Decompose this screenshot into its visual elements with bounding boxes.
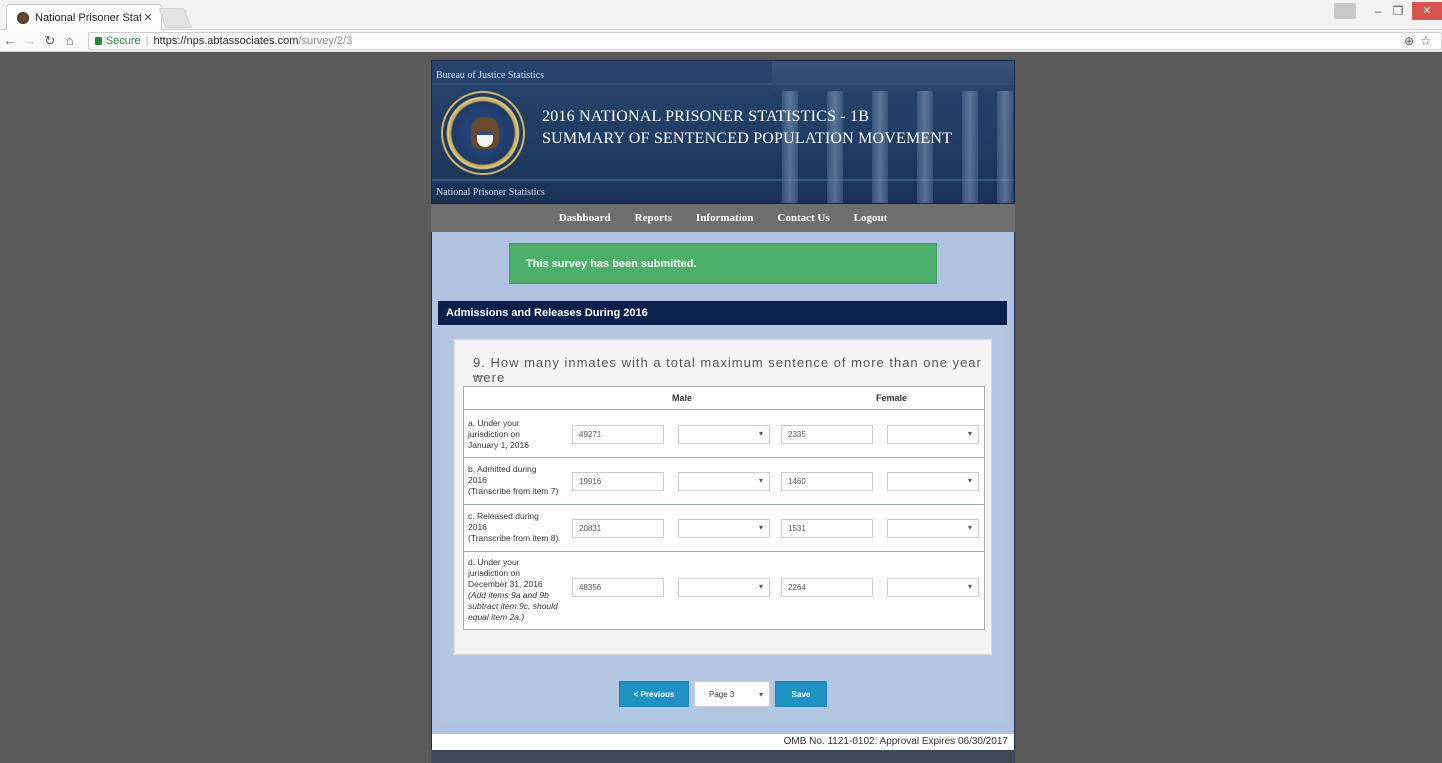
question-text: 9. How many inmates with a total maximum… [473,355,982,385]
survey-title: 2016 NATIONAL PRISONER STATISTICS - 1B [542,108,870,125]
survey-page: Bureau of Justice Statistics 2016 NATION… [431,60,1015,763]
female-flag-select[interactable] [887,519,979,538]
female-flag-select[interactable] [887,472,979,491]
reload-icon[interactable]: ↻ [40,33,60,49]
row-label: d. Under your jurisdiction on December 3… [468,557,558,622]
nav-information[interactable]: Information [696,212,753,224]
male-flag-select[interactable] [678,578,770,597]
female-count-input[interactable] [781,578,873,597]
bookmark-star-icon[interactable]: ☆ [1420,34,1431,48]
restore-icon[interactable]: ❐ [1388,4,1408,18]
nav-logout[interactable]: Logout [854,212,888,224]
url-path: /survey/2/3 [298,34,353,47]
table-row: d. Under your jurisdiction on December 3… [464,552,984,629]
program-name: National Prisoner Statistics [436,187,545,198]
male-flag-select[interactable] [678,425,770,444]
browser-tab-bar: National Prisoner Statist ✕ – ❐ ✕ [0,0,1442,30]
male-flag-select[interactable] [678,472,770,491]
table-row: b. Admitted during 2016 (Transcribe from… [464,458,984,505]
lock-icon [94,36,102,45]
secure-label: Secure [105,34,141,47]
female-flag-select[interactable] [887,578,979,597]
main-nav: Dashboard Reports Information Contact Us… [431,204,1015,232]
url-host: https://nps.abtassociates.com [153,34,299,47]
site-banner: Bureau of Justice Statistics 2016 NATION… [431,60,1015,204]
forward-arrow-icon[interactable]: → [20,33,40,48]
female-count-input[interactable] [781,425,873,444]
close-window-icon[interactable]: ✕ [1412,2,1442,20]
address-bar[interactable]: Secure | https://nps.abtassociates.com/s… [87,31,1442,50]
column-header-female: Female [876,393,908,403]
response-table: Male Female a. Under your jurisdiction o… [463,386,985,630]
male-count-input[interactable] [572,425,664,444]
pagination: < Previous Page 3 Save [438,681,1007,709]
agency-name: Bureau of Justice Statistics [436,70,545,81]
nav-reports[interactable]: Reports [635,212,672,224]
success-alert: This survey has been submitted. [509,243,937,284]
minimize-icon[interactable]: – [1368,4,1388,18]
page-select[interactable]: Page 3 [694,681,770,708]
male-count-input[interactable] [572,472,664,491]
tab-title: National Prisoner Statist [35,11,141,24]
page-footer [431,750,1015,763]
nav-contact-us[interactable]: Contact Us [777,212,829,224]
question-panel: 9. How many inmates with a total maximum… [438,325,1007,722]
row-label: a. Under your jurisdiction on January 1,… [468,418,529,450]
site-favicon-icon [17,11,29,24]
url-separator: | [145,34,149,47]
doj-seal-logo [441,91,525,175]
row-label: c. Released during 2016 (Transcribe from… [468,511,559,543]
table-row: c. Released during 2016 (Transcribe from… [464,505,984,552]
omb-notice: OMB No. 1121-0102: Approval Expires 06/3… [431,734,1015,750]
row-label: b. Admitted during 2016 (Transcribe from… [468,464,559,496]
main-content: This survey has been submitted. Admissio… [431,232,1015,734]
home-icon[interactable]: ⌂ [60,33,80,48]
previous-button[interactable]: < Previous [619,681,689,707]
browser-toolbar: ← → ↻ ⌂ Secure | https://nps.abtassociat… [0,30,1442,52]
window-controls: – ❐ ✕ [1334,0,1442,22]
user-profile-icon[interactable] [1334,3,1356,19]
female-count-input[interactable] [781,519,873,538]
column-header-male: Male [672,393,693,403]
question-card: 9. How many inmates with a total maximum… [454,339,992,655]
new-tab-button[interactable] [158,8,192,28]
female-flag-select[interactable] [887,425,979,444]
male-flag-select[interactable] [678,519,770,538]
female-count-input[interactable] [781,472,873,491]
survey-subtitle: SUMMARY OF SENTENCED POPULATION MOVEMENT [542,130,953,147]
back-arrow-icon[interactable]: ← [0,33,20,48]
table-row: a. Under your jurisdiction on January 1,… [464,411,984,458]
zoom-icon[interactable]: ⊕ [1404,34,1414,48]
male-count-input[interactable] [572,519,664,538]
browser-tab[interactable]: National Prisoner Statist ✕ [6,4,162,30]
table-header: Male Female [464,387,984,410]
male-count-input[interactable] [572,578,664,597]
question-continuation: — [473,370,484,382]
save-button[interactable]: Save [775,681,827,707]
nav-dashboard[interactable]: Dashboard [559,212,611,224]
close-tab-icon[interactable]: ✕ [141,11,155,24]
section-title: Admissions and Releases During 2016 [438,301,1007,325]
